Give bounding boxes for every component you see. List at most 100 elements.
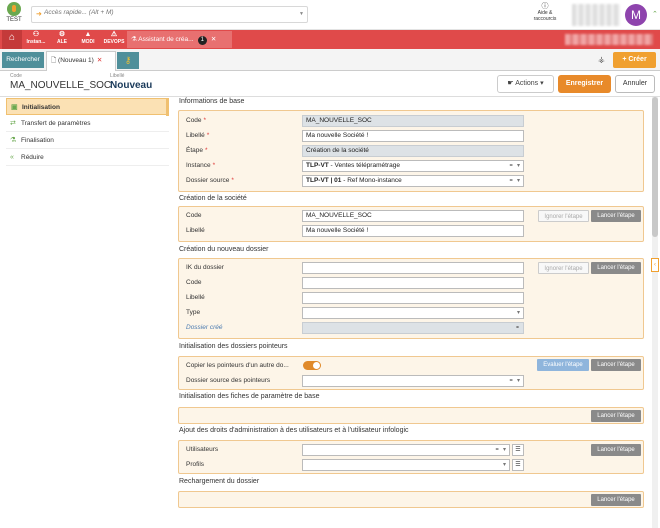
step-finalisation[interactable]: ⚗ Finalisation — [6, 132, 169, 149]
blurred-user-info — [572, 4, 620, 26]
field-label-users: Utilisateurs — [186, 446, 219, 453]
field-label-dossier-cree: Dossier créé — [186, 324, 223, 331]
chevron-down-icon[interactable]: ▼ — [299, 11, 304, 17]
quick-access-input[interactable] — [44, 9, 294, 16]
ignore-step-button[interactable]: Ignorer l'étape — [538, 210, 589, 222]
launch-step-button[interactable]: Lancer l'étape — [591, 494, 641, 506]
record-code: MA_NOUVELLE_SOC — [10, 80, 112, 91]
app-logo[interactable]: TEST — [3, 2, 25, 28]
societe-code-field[interactable]: MA_NOUVELLE_SOC — [302, 210, 524, 222]
launch-step-button[interactable]: Lancer l'étape — [591, 410, 641, 422]
list-icon[interactable]: ☰ — [512, 444, 524, 456]
dossier-libelle-field[interactable] — [302, 292, 524, 304]
launch-step-button[interactable]: Lancer l'étape — [591, 359, 641, 371]
scrollbar-thumb[interactable] — [652, 97, 658, 237]
wizard-form: Informations de base Code * MA_NOUVELLE_S… — [175, 97, 647, 528]
arrow-right-icon: ➜ — [36, 11, 42, 18]
launch-step-button[interactable]: Lancer l'étape — [591, 444, 641, 456]
tab-instances[interactable]: ⚇ Instan... — [24, 30, 48, 49]
field-label-code: Code — [186, 212, 202, 219]
save-button[interactable]: Enregistrer — [558, 75, 611, 93]
step-transfert[interactable]: ⇄ Transfert de paramètres — [6, 115, 169, 132]
chevron-down-icon[interactable]: ▾ — [517, 308, 520, 318]
close-icon[interactable]: ✕ — [211, 36, 216, 43]
finalize-icon: ⚗ — [10, 137, 17, 144]
chevron-down-icon[interactable]: ▾ — [503, 460, 506, 470]
etape-field: Création de la société — [302, 145, 524, 157]
evaluate-step-button[interactable]: Evaluer l'étape — [537, 359, 589, 371]
step-initialisation[interactable]: ▣ Initialisation — [6, 98, 169, 116]
step-reduire[interactable]: « Réduire — [6, 149, 169, 166]
link-icon[interactable]: ⚭ ▾ — [509, 161, 520, 171]
field-label-dossier-source: Dossier source * — [186, 177, 234, 184]
dossier-text: - Ref Mono-instance — [341, 177, 402, 184]
link-icon[interactable]: ⚭ ▾ — [509, 376, 520, 386]
libelle-field[interactable]: Ma nouvelle Société ! — [302, 130, 524, 142]
label-text: Libellé — [186, 132, 205, 139]
document-tab[interactable]: 🗋 (Nouveau 1) ✕ — [46, 51, 116, 71]
ignore-step-button[interactable]: Ignorer l'étape — [538, 262, 589, 274]
dossier-code-field[interactable] — [302, 277, 524, 289]
avatar[interactable]: M — [625, 4, 647, 26]
create-button[interactable]: + Créer — [613, 52, 656, 68]
link-icon[interactable]: ⚭ ▾ — [495, 445, 506, 455]
profils-select[interactable]: ▾ — [302, 459, 510, 471]
users-select[interactable]: ⚭ ▾ — [302, 444, 510, 456]
link-icon[interactable]: ⚭ — [515, 323, 520, 333]
module-tab-bar: ⌂ ⚇ Instan... ⚙ ALE ▲ MODI ⚠ DEVOPS ⚗ Assist… — [0, 30, 660, 49]
label-text: Étape — [186, 147, 203, 154]
home-icon: ⌂ — [8, 32, 16, 43]
key-tab[interactable]: ⚷ — [117, 52, 139, 69]
dossier-cree-field: ⚭ — [302, 322, 524, 334]
hand-icon: ☛ — [507, 80, 514, 87]
instance-select[interactable]: TLP-VT - Ventes télépramétrage ⚭ ▾ — [302, 160, 524, 172]
field-label-ik: IK du dossier — [186, 264, 224, 271]
search-tab[interactable]: Rechercher — [2, 52, 44, 68]
close-icon[interactable]: ✕ — [97, 57, 102, 64]
step-label: Réduire — [21, 154, 44, 161]
list-icon[interactable]: ☰ — [512, 459, 524, 471]
ik-field[interactable] — [302, 262, 524, 274]
document-tab-row: Rechercher 🗋 (Nouveau 1) ✕ ⚷ ⚶ + Créer — [0, 49, 660, 71]
instance-code: TLP-VT — [306, 162, 329, 169]
tab-label: ALE — [57, 39, 67, 45]
key-icon: ⚷ — [124, 55, 132, 65]
tab-count-badge: 1 — [197, 36, 207, 45]
field-label-libelle: Libellé * — [186, 132, 210, 139]
actions-button[interactable]: ☛ Actions ▾ — [497, 75, 554, 93]
source-pointers-select[interactable]: ⚭ ▾ — [302, 375, 524, 387]
chevron-up-icon[interactable]: ⌃ — [652, 10, 658, 18]
copy-pointers-toggle[interactable] — [303, 361, 321, 370]
tab-label: MODI — [81, 39, 95, 45]
section-recharge: Lancer l'étape — [178, 491, 644, 508]
field-label-profils: Profils — [186, 461, 205, 468]
quick-access-field[interactable]: ➜ ▼ — [31, 6, 308, 23]
logo-label: TEST — [6, 17, 22, 23]
step-label: Transfert de paramètres — [21, 120, 91, 127]
dossier-source-select[interactable]: TLP-VT | 01 - Ref Mono-instance ⚭ ▾ — [302, 175, 524, 187]
tab-assistant[interactable]: ⚗ Assistant de créa... 1 ✕ — [127, 31, 232, 48]
side-panel-toggle[interactable]: ‹ — [651, 258, 659, 272]
step-label: Initialisation — [22, 104, 60, 111]
launch-step-button[interactable]: Lancer l'étape — [591, 210, 641, 222]
type-select[interactable]: ▾ — [302, 307, 524, 319]
org-chart-icon[interactable]: ⚶ — [598, 55, 605, 64]
link-icon[interactable]: ⚭ ▾ — [509, 176, 520, 186]
field-label-copy-pointers: Copier les pointeurs d'un autre do... — [186, 362, 289, 369]
tab-modi[interactable]: ▲ MODI — [76, 30, 100, 49]
home-button[interactable]: ⌂ — [2, 30, 22, 49]
section-title-societe: Création de la société — [179, 195, 247, 202]
section-title-base: Informations de base — [179, 98, 245, 105]
launch-step-button[interactable]: Lancer l'étape — [591, 262, 641, 274]
field-label-libelle: Libellé — [186, 294, 205, 301]
help-shortcuts-button[interactable]: ⓘ Aide & raccourcis — [530, 3, 560, 22]
field-label-instance: Instance * — [186, 162, 216, 169]
wizard-steps: ▣ Initialisation ⇄ Transfert de paramètres… — [6, 98, 169, 166]
logo-icon — [7, 2, 21, 16]
tab-ale[interactable]: ⚙ ALE — [50, 30, 74, 49]
section-title-fiches: Initialisation des fiches de paramètre d… — [179, 393, 320, 400]
libelle-caption: Libellé — [110, 73, 125, 79]
tab-devops[interactable]: ⚠ DEVOPS — [101, 30, 127, 49]
cancel-button[interactable]: Annuler — [615, 75, 655, 93]
societe-libelle-field[interactable]: Ma nouvelle Société ! — [302, 225, 524, 237]
